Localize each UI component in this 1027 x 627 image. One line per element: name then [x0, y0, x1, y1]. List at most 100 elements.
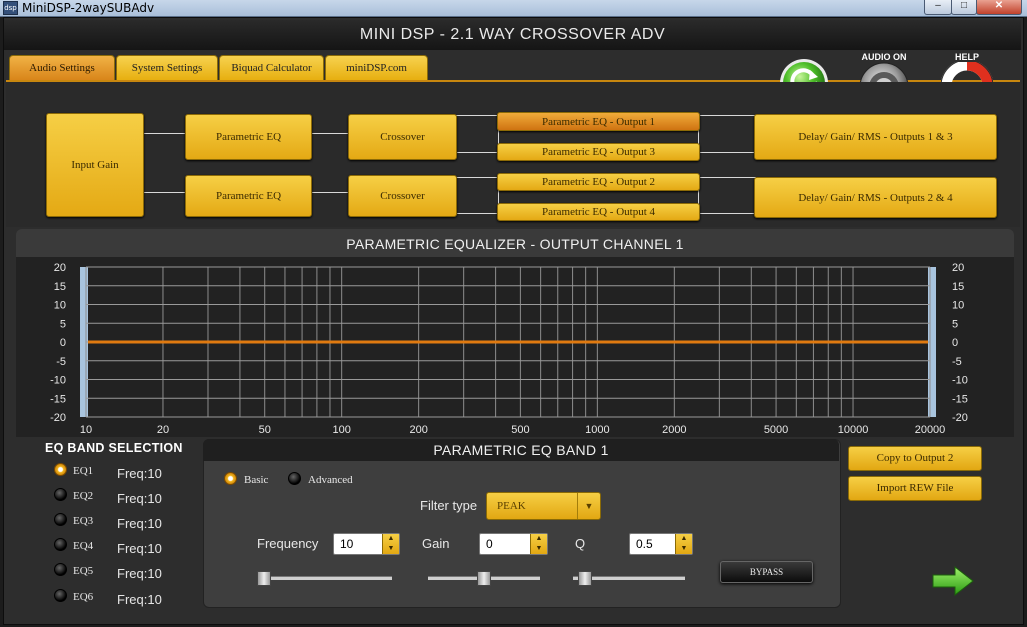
tab-system-settings[interactable]: System Settings [116, 55, 218, 81]
frequency-spinbox[interactable]: 10 ▲ ▼ [333, 533, 400, 555]
y-tick-label-right: 15 [952, 281, 964, 293]
y-tick-label-right: 5 [952, 318, 958, 330]
x-tick-label: 1000 [585, 424, 609, 436]
chevron-down-icon: ▼ [577, 493, 600, 519]
eq4-freq: Freq:10 [117, 541, 162, 556]
eq5-radio[interactable] [54, 563, 67, 576]
tab-biquad-calculator[interactable]: Biquad Calculator [219, 55, 324, 81]
advanced-mode-radio[interactable] [288, 472, 301, 485]
bypass-button[interactable]: BYPASS [720, 561, 813, 583]
next-arrow-icon[interactable] [931, 565, 975, 597]
tab-audio-settings[interactable]: Audio Settings [9, 55, 115, 81]
basic-mode-label: Basic [244, 474, 269, 486]
parametric-eq-2-block[interactable]: Parametric EQ [185, 175, 312, 217]
app-title: MINI DSP - 2.1 WAY CROSSOVER ADV [4, 20, 1021, 50]
advanced-mode-label: Advanced [308, 474, 353, 486]
peq-output-3-block[interactable]: Parametric EQ - Output 3 [497, 143, 700, 161]
eq-graph-area: 20 20 15 15 10 10 5 5 0 0 -5 -5 -10 -10 -15 -15 -20 -20 10… [16, 257, 1014, 437]
x-tick-label: 20000 [915, 424, 946, 436]
crossover-1-block[interactable]: Crossover [348, 114, 457, 160]
frequency-down-icon[interactable]: ▼ [383, 544, 399, 554]
eq2-radio[interactable] [54, 488, 67, 501]
x-tick-label: 10000 [838, 424, 869, 436]
eq3-label: EQ3 [73, 515, 94, 527]
q-slider[interactable] [573, 571, 685, 586]
eq4-radio[interactable] [54, 538, 67, 551]
connector [455, 115, 499, 153]
q-up-icon[interactable]: ▲ [676, 534, 692, 544]
connector [310, 192, 348, 193]
filter-type-select[interactable]: PEAK ▼ [486, 492, 601, 520]
close-button[interactable]: ✕ [976, 0, 1022, 15]
parametric-eq-1-block[interactable]: Parametric EQ [185, 114, 312, 160]
x-tick-label: 5000 [764, 424, 788, 436]
window-titlebar: dsp MiniDSP-2waySUBAdv – □ ✕ [0, 0, 1027, 17]
copy-to-output-button[interactable]: Copy to Output 2 [848, 446, 982, 471]
input-gain-block[interactable]: Input Gain [46, 113, 144, 217]
eq3-freq: Freq:10 [117, 516, 162, 531]
eq1-freq: Freq:10 [117, 466, 162, 481]
y-tick-label-right: 20 [952, 262, 964, 274]
y-tick-label-left: -20 [50, 412, 66, 424]
gain-slider-handle[interactable] [477, 571, 491, 586]
delay-gain-rms-1-3-block[interactable]: Delay/ Gain/ RMS - Outputs 1 & 3 [754, 114, 997, 160]
gain-slider[interactable] [428, 571, 540, 586]
eq5-label: EQ5 [73, 565, 94, 577]
eq1-label: EQ1 [73, 465, 94, 477]
y-tick-label-left: 0 [60, 337, 66, 349]
x-tick-label: 100 [332, 424, 350, 436]
eq6-label: EQ6 [73, 591, 94, 603]
y-tick-label-left: 10 [54, 300, 66, 312]
eq1-radio[interactable] [54, 463, 67, 476]
eq-band-selection-title: EQ BAND SELECTION [45, 441, 183, 455]
y-tick-label-right: -5 [952, 356, 962, 368]
connector [142, 133, 185, 134]
crossover-2-block[interactable]: Crossover [348, 175, 457, 217]
frequency-slider-handle[interactable] [257, 571, 271, 586]
delay-gain-rms-2-4-block[interactable]: Delay/ Gain/ RMS - Outputs 2 & 4 [754, 177, 997, 218]
connector [455, 177, 499, 214]
y-tick-label-left: 15 [54, 281, 66, 293]
window-title: MiniDSP-2waySUBAdv [22, 1, 155, 15]
import-rew-button[interactable]: Import REW File [848, 476, 982, 501]
minimize-button[interactable]: – [924, 0, 952, 15]
frequency-up-icon[interactable]: ▲ [383, 534, 399, 544]
gain-up-icon[interactable]: ▲ [531, 534, 547, 544]
gain-label: Gain [422, 536, 450, 551]
q-slider-handle[interactable] [577, 571, 592, 586]
filter-type-value: PEAK [497, 500, 526, 512]
y-tick-label-right: 10 [952, 300, 964, 312]
x-tick-label: 500 [511, 424, 529, 436]
y-tick-label-right: 0 [952, 337, 958, 349]
eq-graph-title: PARAMETRIC EQUALIZER - OUTPUT CHANNEL 1 [346, 236, 684, 252]
q-spinbox[interactable]: 0.5 ▲ ▼ [629, 533, 693, 555]
gain-down-icon[interactable]: ▼ [531, 544, 547, 554]
basic-mode-radio[interactable] [224, 472, 237, 485]
eq6-radio[interactable] [54, 589, 67, 602]
audio-on-label: AUDIO ON [861, 52, 907, 62]
app-icon: dsp [3, 1, 18, 15]
connector [142, 192, 185, 193]
peq-output-4-block[interactable]: Parametric EQ - Output 4 [497, 203, 700, 221]
connector [310, 133, 348, 134]
frequency-slider[interactable] [257, 571, 392, 586]
y-tick-label-right: -20 [952, 412, 968, 424]
peq-output-1-block[interactable]: Parametric EQ - Output 1 [497, 112, 700, 131]
eq-response-plot: 20 2015 1510 105 50 0-5 -5-10 -10-15 -15-20 -2010… [50, 262, 968, 436]
frequency-label: Frequency [257, 536, 319, 551]
tab-minidsp-com[interactable]: miniDSP.com [325, 55, 428, 81]
eq3-radio[interactable] [54, 513, 67, 526]
x-tick-label: 200 [409, 424, 427, 436]
eq-band-title: PARAMETRIC EQ BAND 1 [203, 439, 839, 461]
eq4-label: EQ4 [73, 540, 94, 552]
connector [698, 115, 756, 153]
peq-output-2-block[interactable]: Parametric EQ - Output 2 [497, 173, 700, 191]
frequency-value: 10 [340, 537, 354, 551]
gain-spinbox[interactable]: 0 ▲ ▼ [479, 533, 548, 555]
x-tick-label: 2000 [662, 424, 686, 436]
maximize-button[interactable]: □ [951, 0, 977, 15]
eq2-freq: Freq:10 [117, 491, 162, 506]
y-tick-label-left: -15 [50, 393, 66, 405]
q-down-icon[interactable]: ▼ [676, 544, 692, 554]
q-value: 0.5 [636, 537, 653, 551]
